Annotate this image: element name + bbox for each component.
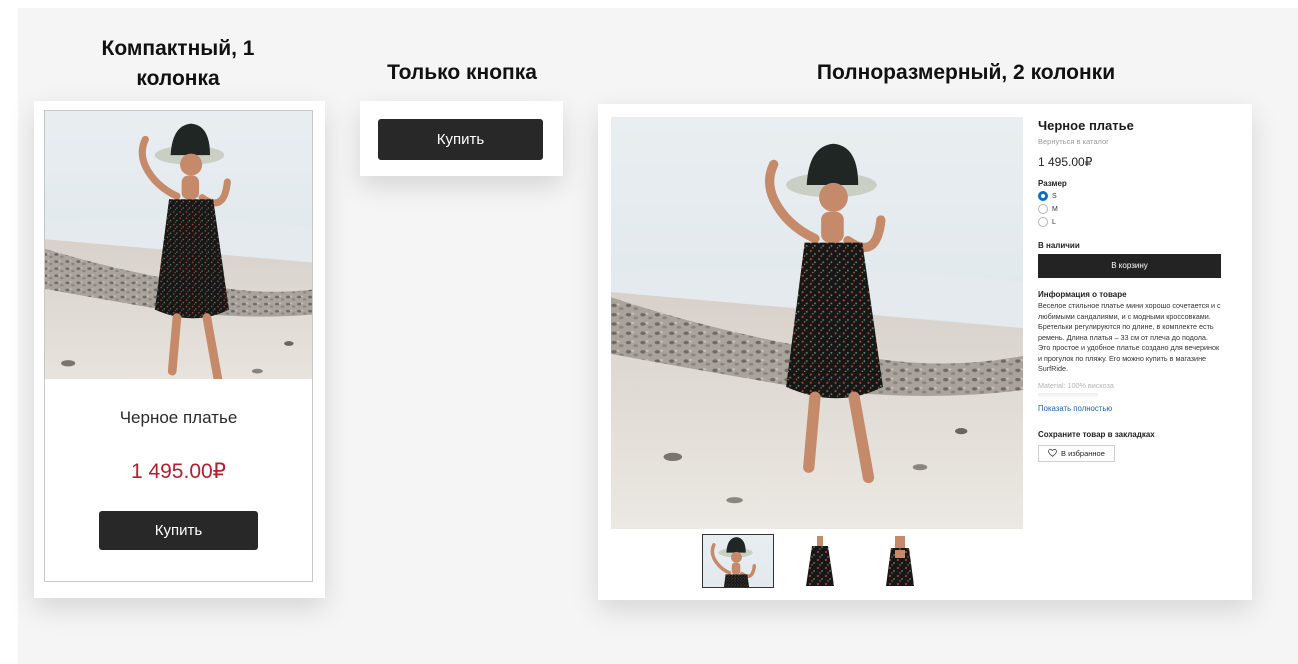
favorite-label: В избранное (1061, 448, 1105, 458)
buy-button[interactable]: Купить (99, 511, 258, 550)
info-title: Информация о товаре (1038, 290, 1127, 299)
thumbnail-3[interactable] (864, 534, 936, 588)
size-label: Размер (1038, 179, 1067, 188)
add-to-favorites-button[interactable]: В избранное (1038, 444, 1115, 462)
add-to-cart-button[interactable]: В корзину (1038, 254, 1221, 278)
radio-selected-icon[interactable] (1038, 191, 1048, 201)
thumbnail-1[interactable] (702, 534, 774, 588)
product-photo[interactable] (45, 111, 312, 379)
canvas: Компактный, 1 колонка Только кнопка Полн… (18, 8, 1298, 664)
heart-outline-icon (1048, 449, 1057, 457)
product-price: 1 495.00₽ (1038, 155, 1093, 169)
full-heading: Полноразмерный, 2 колонки (816, 61, 1116, 84)
radio-icon[interactable] (1038, 204, 1048, 214)
product-name: Черное платье (1038, 118, 1134, 133)
buy-button[interactable]: Купить (378, 119, 543, 160)
size-option-label: L (1052, 218, 1056, 226)
product-name: Черное платье (119, 408, 238, 427)
thumbnail-2[interactable] (784, 534, 856, 588)
radio-icon[interactable] (1038, 217, 1048, 227)
product-material: Material: 100% вискоза (1038, 380, 1114, 390)
show-more-link[interactable]: Показать полностью (1038, 403, 1221, 414)
product-price: 1 495.00₽ (130, 460, 227, 483)
size-option-s[interactable]: S (1038, 190, 1221, 202)
size-option-m[interactable]: M (1038, 203, 1221, 215)
product-info-panel: Черное платье Вернуться в каталог 1 495.… (1038, 118, 1221, 462)
size-option-l[interactable]: L (1038, 216, 1221, 228)
product-main-photo[interactable] (611, 117, 1023, 529)
availability-status: В наличии (1038, 241, 1080, 250)
size-option-label: M (1052, 205, 1058, 213)
compact-card: Черное платье 1 495.00₽ Купить (34, 101, 325, 598)
text-fade (1038, 392, 1098, 399)
size-option-label: S (1052, 192, 1057, 200)
button-only-heading: Только кнопка (387, 61, 537, 84)
compact-heading: Компактный, 1 колонка (101, 37, 255, 90)
full-card: Черное платье Вернуться в каталог 1 495.… (598, 104, 1252, 600)
compact-product-tile[interactable]: Черное платье 1 495.00₽ Купить (44, 110, 313, 582)
product-description: Веселое стильное платье мини хорошо соче… (1038, 301, 1221, 373)
bookmark-title: Сохраните товар в закладках (1038, 429, 1155, 439)
back-to-catalog-link[interactable]: Вернуться в каталог (1038, 136, 1221, 147)
button-only-card: Купить (360, 101, 563, 176)
